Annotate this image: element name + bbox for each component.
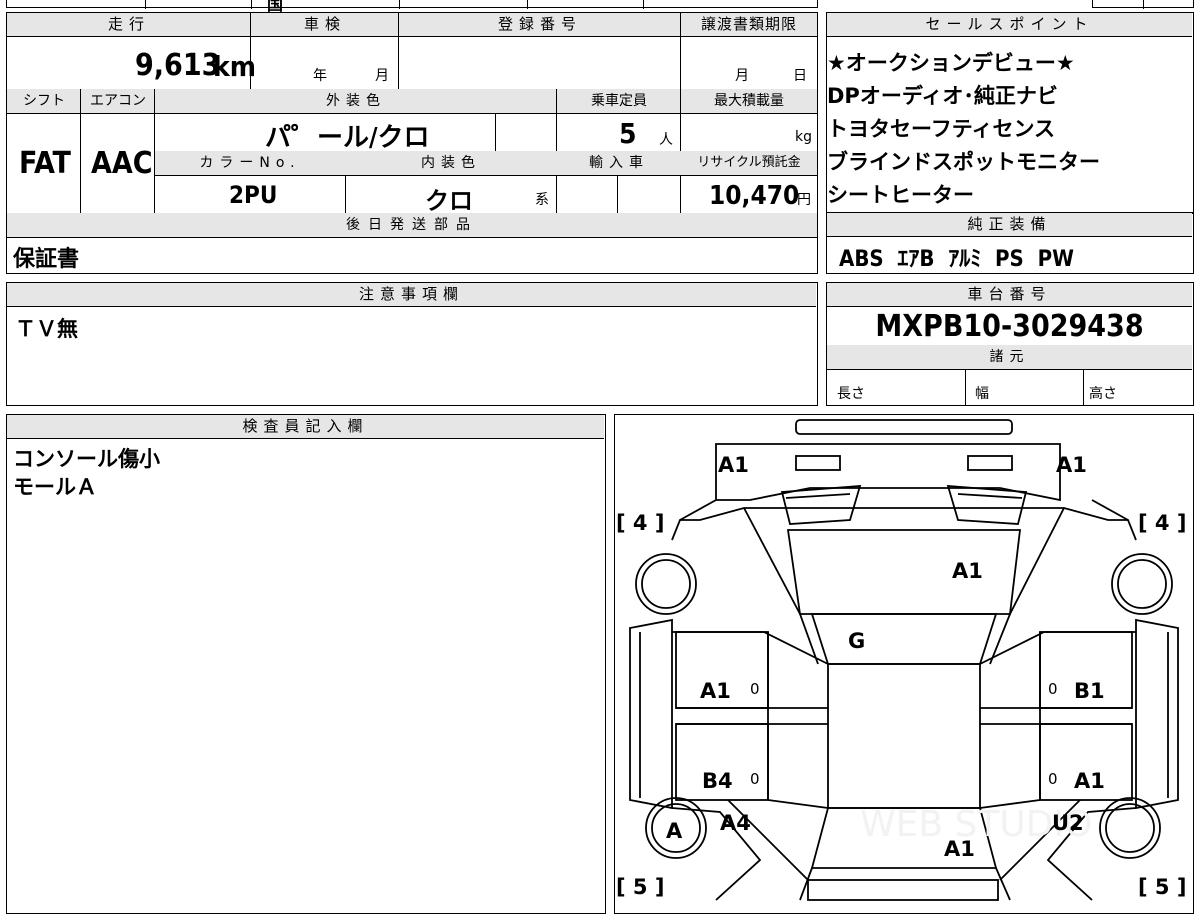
specs-length: 長さ (837, 386, 865, 402)
inspector-box: 検査員記入欄 コンソール傷小 モールＡ (6, 414, 606, 914)
tire-tread-front-right: [ 4 ] (1138, 511, 1186, 535)
inspector-line: コンソール傷小 (13, 447, 160, 471)
registration-label: 登録番号 (399, 13, 681, 37)
car-outline-diagram: WEB STUDIO A1 A1 A1 G A1 B1 B4 A1 A4 U2 … (616, 418, 1186, 901)
shaken-month-unit: 月 (375, 68, 389, 84)
interior-color-value: クロ (425, 187, 473, 215)
damage-mark: A4 (720, 811, 751, 835)
tire-tread-rear-left: [ 5 ] (616, 875, 664, 899)
notes-value: ＴＶ無 (15, 317, 78, 341)
transfer-deadline-label: 譲渡書類期限 (681, 13, 817, 37)
damage-mark: B1 (1074, 679, 1105, 703)
door-zero-mark: 0 (750, 680, 760, 698)
aircon-label: エアコン (81, 89, 155, 113)
damage-mark: A1 (718, 453, 749, 477)
capacity-label: 乗車定員 (557, 89, 681, 113)
shift-label: シフト (7, 89, 81, 113)
sales-point-item: ブラインドスポットモニター (827, 150, 1100, 174)
deadline-month-unit: 月 (735, 68, 749, 84)
sales-point-item: DPオーディオ･純正ナビ (827, 84, 1058, 108)
max-load-label: 最大積載量 (681, 89, 817, 113)
import-label: 輸入車 (557, 151, 681, 175)
equipment-value: ABS ｴｱB ｱﾙﾐ PS PW (839, 247, 1074, 272)
color-no-label: カラーNo. (155, 151, 345, 175)
mileage-label: 走行 (7, 13, 251, 37)
damage-mark: A1 (944, 837, 975, 861)
damage-mark: B4 (702, 769, 733, 793)
mileage-unit: km (213, 50, 256, 83)
recycle-fee-label: リサイクル預託金 (681, 151, 817, 175)
sales-points-box: セールスポイント ★オークションデビュー★ DPオーディオ･純正ナビ トヨタセー… (826, 12, 1194, 214)
later-parts-value: 保証書 (13, 247, 80, 272)
deadline-day-unit: 日 (793, 68, 807, 84)
tire-tread-front-left: [ 4 ] (616, 511, 664, 535)
mileage-value: 9,613 (135, 48, 221, 83)
tire-tread-rear-right: [ 5 ] (1138, 875, 1186, 899)
damage-mark: A1 (700, 679, 731, 703)
exterior-color-label: 外装色 (155, 89, 557, 113)
recycle-fee-unit: 円 (797, 192, 811, 208)
top-strip: 国 (6, 0, 818, 14)
interior-color-suffix: 系 (535, 192, 549, 208)
color-no-value: 2PU (229, 181, 278, 209)
damage-mark: U2 (1052, 811, 1084, 835)
equipment-label: 純正装備 (827, 213, 1192, 237)
shaken-label: 車検 (251, 13, 399, 37)
door-zero-mark: 0 (1048, 680, 1058, 698)
later-parts-label: 後日発送部品 (7, 213, 817, 237)
max-load-unit: kg (795, 129, 812, 145)
sales-points-label: セールスポイント (827, 13, 1192, 37)
sales-point-item: シートヒーター (827, 183, 974, 207)
top-strip-right (1092, 0, 1194, 9)
chassis-box: 車台番号 MXPB10-3029438 諸元 長さ 幅 高さ (826, 282, 1194, 406)
damage-mark: A1 (952, 559, 983, 583)
recycle-fee-value: 10,470 (709, 181, 800, 211)
sales-point-item: ★オークションデビュー★ (827, 51, 1075, 75)
inspector-label: 検査員記入欄 (7, 415, 604, 439)
interior-color-label: 内装色 (345, 151, 557, 175)
door-zero-mark: 0 (750, 770, 760, 788)
chassis-label: 車台番号 (827, 283, 1192, 307)
capacity-unit: 人 (659, 132, 673, 148)
door-zero-mark: 0 (1048, 770, 1058, 788)
specs-width: 幅 (975, 386, 989, 402)
sales-point-item: トヨタセーフティセンス (827, 117, 1056, 141)
equipment-box: 純正装備 ABS ｴｱB ｱﾙﾐ PS PW (826, 212, 1194, 274)
specs-label: 諸元 (827, 345, 1192, 369)
shaken-year-unit: 年 (313, 68, 327, 84)
damage-mark: A1 (1056, 453, 1087, 477)
damage-mark: A1 (1074, 769, 1105, 793)
aircon-value: AAC (91, 146, 153, 181)
damage-mark: A (666, 819, 683, 843)
notes-label: 注意事項欄 (7, 283, 816, 307)
inspector-line: モールＡ (13, 475, 97, 499)
notes-box: 注意事項欄 ＴＶ無 (6, 282, 818, 406)
shift-value: FAT (19, 146, 71, 181)
specs-height: 高さ (1089, 386, 1117, 402)
damage-mark: G (848, 629, 865, 653)
damage-diagram: WEB STUDIO A1 A1 A1 G A1 B1 B4 A1 A4 U2 … (614, 414, 1194, 914)
exterior-color-value: パ゜ール/クロ (265, 123, 430, 153)
chassis-number: MXPB10-3029438 (875, 309, 1144, 344)
vehicle-info-table: 走行 車検 登録番号 譲渡書類期限 9,613 km 年 月 月 日 シフト エ… (6, 12, 818, 274)
capacity-value: 5 (619, 117, 637, 150)
